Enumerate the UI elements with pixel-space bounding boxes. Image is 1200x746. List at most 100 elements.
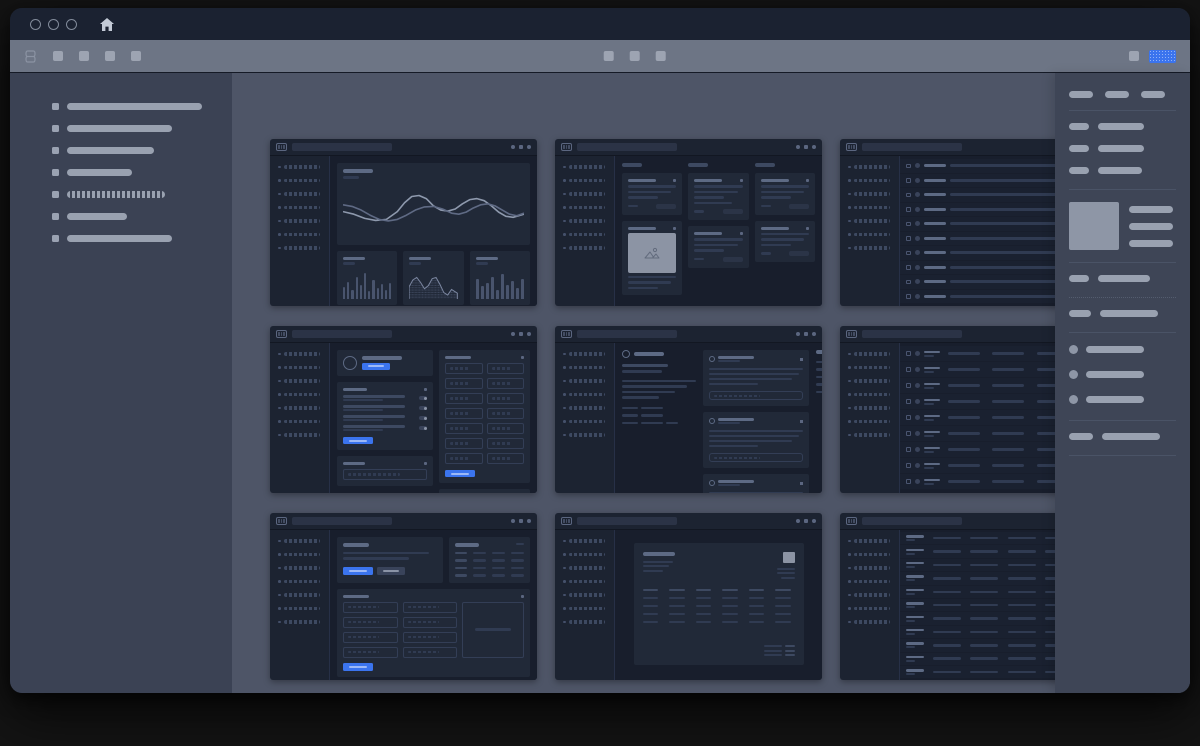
more-icon[interactable] [740, 179, 743, 182]
sidebar-item[interactable] [52, 213, 232, 220]
search-input[interactable] [577, 517, 677, 525]
home-icon[interactable] [100, 18, 114, 31]
secondary-button[interactable] [377, 567, 405, 575]
kanban-card[interactable] [622, 221, 682, 296]
sidebar-item[interactable] [52, 125, 232, 132]
toolbar-button[interactable] [105, 51, 115, 61]
user-icon[interactable] [812, 332, 816, 336]
input-field[interactable] [487, 393, 525, 404]
input-field[interactable] [403, 617, 458, 628]
input-field[interactable] [445, 438, 483, 449]
bell-icon[interactable] [796, 332, 800, 336]
user-icon[interactable] [812, 519, 816, 523]
panel-tab[interactable] [1105, 91, 1129, 98]
grid-icon[interactable] [519, 519, 523, 523]
more-icon[interactable] [521, 356, 524, 359]
checkbox[interactable] [906, 399, 911, 404]
input-field[interactable] [445, 408, 483, 419]
close-icon[interactable] [800, 482, 803, 485]
grid-icon[interactable] [804, 519, 808, 523]
checkbox[interactable] [906, 351, 911, 356]
checkbox[interactable] [906, 415, 911, 420]
checkbox[interactable] [906, 479, 911, 484]
search-input[interactable] [292, 517, 392, 525]
window-control-icon[interactable] [66, 19, 77, 30]
edit-profile-button[interactable] [362, 363, 390, 370]
save-button[interactable] [343, 437, 373, 444]
primary-action-button[interactable] [1149, 50, 1176, 63]
kanban-card[interactable] [688, 226, 748, 268]
more-icon[interactable] [424, 462, 427, 465]
checkbox[interactable] [906, 236, 911, 241]
window-control-icon[interactable] [48, 19, 59, 30]
input-field[interactable] [343, 632, 398, 643]
search-input[interactable] [292, 143, 392, 151]
input-field[interactable] [487, 378, 525, 389]
more-icon[interactable] [806, 227, 809, 230]
more-icon[interactable] [740, 232, 743, 235]
grid-icon[interactable] [519, 332, 523, 336]
input-field[interactable] [403, 632, 458, 643]
input-field[interactable] [445, 393, 483, 404]
toolbar-button[interactable] [131, 51, 141, 61]
search-input[interactable] [862, 143, 962, 151]
close-icon[interactable] [800, 420, 803, 423]
bell-icon[interactable] [511, 332, 515, 336]
checkbox[interactable] [906, 383, 911, 388]
comment-input[interactable] [709, 391, 803, 400]
input-field[interactable] [343, 469, 427, 480]
input-field[interactable] [445, 363, 483, 374]
input-field[interactable] [445, 378, 483, 389]
user-icon[interactable] [527, 145, 531, 149]
user-icon[interactable] [527, 332, 531, 336]
checkbox[interactable] [906, 294, 911, 299]
toolbar-button[interactable] [1129, 51, 1139, 61]
checkbox[interactable] [906, 178, 911, 183]
thumbnail-account-overview[interactable] [270, 513, 537, 680]
toggle-switch[interactable] [419, 406, 427, 411]
search-input[interactable] [862, 330, 962, 338]
checkbox[interactable] [906, 265, 911, 270]
kanban-card[interactable] [755, 173, 815, 215]
search-input[interactable] [577, 330, 677, 338]
toggle-switch[interactable] [419, 416, 427, 421]
kanban-card[interactable] [622, 173, 682, 215]
grid-icon[interactable] [804, 145, 808, 149]
bell-icon[interactable] [796, 519, 800, 523]
sidebar-item[interactable] [52, 169, 232, 176]
more-icon[interactable] [424, 388, 427, 391]
more-icon[interactable] [673, 227, 676, 230]
sidebar-item[interactable] [52, 191, 232, 198]
panel-tab[interactable] [1141, 91, 1165, 98]
input-field[interactable] [445, 423, 483, 434]
sidebar-item[interactable] [52, 235, 232, 242]
sidebar-item[interactable] [52, 147, 232, 154]
search-input[interactable] [862, 517, 962, 525]
toolbar-button[interactable] [604, 51, 614, 61]
kanban-card[interactable] [688, 173, 748, 220]
thumbnail-profile-feed[interactable] [555, 326, 822, 493]
sidebar-item[interactable] [52, 103, 232, 110]
save-button[interactable] [445, 470, 475, 477]
input-field[interactable] [343, 617, 398, 628]
comment-input[interactable] [709, 453, 803, 462]
panel-tab[interactable] [1069, 91, 1093, 98]
checkbox[interactable] [906, 447, 911, 452]
checkbox[interactable] [906, 207, 911, 212]
input-field[interactable] [487, 453, 525, 464]
input-field[interactable] [487, 423, 525, 434]
search-input[interactable] [292, 330, 392, 338]
textarea-field[interactable] [462, 602, 524, 658]
more-icon[interactable] [521, 595, 524, 598]
input-field[interactable] [487, 408, 525, 419]
close-icon[interactable] [800, 358, 803, 361]
toolbar-button[interactable] [630, 51, 640, 61]
checkbox[interactable] [906, 222, 911, 227]
thumbnail-settings-page[interactable] [270, 326, 537, 493]
toolbar-button[interactable] [53, 51, 63, 61]
checkbox[interactable] [906, 251, 911, 256]
bell-icon[interactable] [796, 145, 800, 149]
checkbox[interactable] [906, 280, 911, 285]
user-icon[interactable] [812, 145, 816, 149]
thumbnail-invoice-document[interactable] [555, 513, 822, 680]
